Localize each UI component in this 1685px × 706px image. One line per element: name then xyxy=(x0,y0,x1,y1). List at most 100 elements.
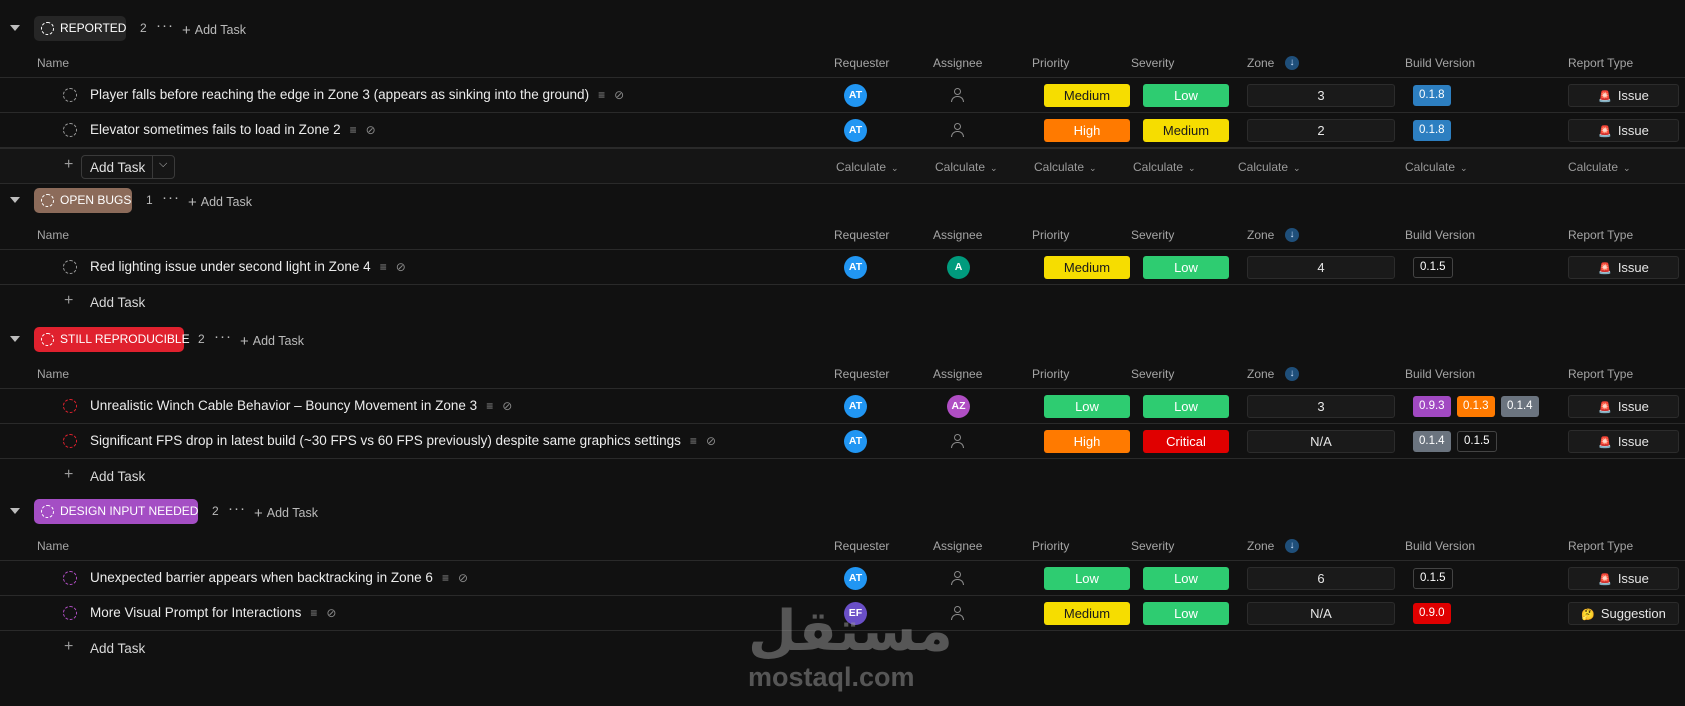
column-requester[interactable]: Requester xyxy=(834,228,889,242)
group-add-task-button[interactable]: + Add Task xyxy=(254,504,318,522)
calculate-dropdown[interactable]: Calculate ⌄ xyxy=(1034,160,1097,174)
collapse-caret-icon[interactable] xyxy=(10,25,20,31)
requester-avatar[interactable]: AT xyxy=(844,567,867,590)
task-name[interactable]: Elevator sometimes fails to load in Zone… xyxy=(90,122,376,137)
add-task-label[interactable]: Add Task xyxy=(90,295,145,310)
task-name-text[interactable]: Significant FPS drop in latest build (~3… xyxy=(90,433,681,448)
column-severity[interactable]: Severity xyxy=(1131,228,1174,242)
zone-field[interactable]: N/A xyxy=(1247,430,1395,453)
requester-avatar[interactable]: AT xyxy=(844,430,867,453)
status-circle-icon[interactable] xyxy=(63,606,77,620)
sort-arrow-icon[interactable]: ↓ xyxy=(1285,539,1299,553)
group-add-task-button[interactable]: + Add Task xyxy=(188,193,252,211)
column-zone[interactable]: Zone xyxy=(1247,539,1274,553)
column-name[interactable]: Name xyxy=(37,539,69,553)
column-build-version[interactable]: Build Version xyxy=(1405,539,1475,553)
status-circle-icon[interactable] xyxy=(63,123,77,137)
severity-chip[interactable]: Low xyxy=(1143,256,1229,279)
calculate-dropdown[interactable]: Calculate ⌄ xyxy=(1133,160,1196,174)
group-status-pill[interactable]: DESIGN INPUT NEEDED xyxy=(34,499,198,524)
build-version-tag[interactable]: 0.1.8 xyxy=(1413,85,1451,106)
column-report-type[interactable]: Report Type xyxy=(1568,367,1633,381)
task-row[interactable]: Player falls before reaching the edge in… xyxy=(0,78,1685,113)
group-add-task-button[interactable]: + Add Task xyxy=(182,21,246,39)
report-type-field[interactable]: 🚨 Issue xyxy=(1568,119,1679,142)
task-name-text[interactable]: Player falls before reaching the edge in… xyxy=(90,87,589,102)
report-type-field[interactable]: 🚨 Issue xyxy=(1568,84,1679,107)
requester-avatar[interactable]: AT xyxy=(844,119,867,142)
zone-field[interactable]: 4 xyxy=(1247,256,1395,279)
group-add-task-button[interactable]: + Add Task xyxy=(240,332,304,350)
severity-chip[interactable]: Low xyxy=(1143,84,1229,107)
report-type-field[interactable]: 🚨 Issue xyxy=(1568,567,1679,590)
task-name[interactable]: Unexpected barrier appears when backtrac… xyxy=(90,570,468,585)
add-assignee-icon[interactable] xyxy=(950,570,966,586)
requester-avatar[interactable]: AT xyxy=(844,84,867,107)
requester-avatar[interactable]: AT xyxy=(844,395,867,418)
report-type-field[interactable]: 🚨 Issue xyxy=(1568,430,1679,453)
column-requester[interactable]: Requester xyxy=(834,56,889,70)
build-version-tag[interactable]: 0.1.5 xyxy=(1413,257,1453,278)
assignee-avatar[interactable]: A xyxy=(947,256,970,279)
column-requester[interactable]: Requester xyxy=(834,367,889,381)
priority-chip[interactable]: Medium xyxy=(1044,84,1130,107)
column-severity[interactable]: Severity xyxy=(1131,56,1174,70)
priority-chip[interactable]: High xyxy=(1044,430,1130,453)
severity-chip[interactable]: Low xyxy=(1143,602,1229,625)
calculate-dropdown[interactable]: Calculate ⌄ xyxy=(1238,160,1301,174)
build-version-tag[interactable]: 0.1.4 xyxy=(1501,396,1539,417)
more-options-icon[interactable]: ··· xyxy=(156,17,174,34)
priority-chip[interactable]: Low xyxy=(1044,567,1130,590)
build-version-tag[interactable]: 0.9.0 xyxy=(1413,603,1451,624)
column-zone[interactable]: Zone xyxy=(1247,56,1274,70)
requester-avatar[interactable]: AT xyxy=(844,256,867,279)
task-name-text[interactable]: Elevator sometimes fails to load in Zone… xyxy=(90,122,341,137)
collapse-caret-icon[interactable] xyxy=(10,336,20,342)
zone-field[interactable]: 3 xyxy=(1247,84,1395,107)
priority-chip[interactable]: Low xyxy=(1044,395,1130,418)
attachment-icon[interactable]: ⊘ xyxy=(614,88,624,102)
column-priority[interactable]: Priority xyxy=(1032,539,1069,553)
column-name[interactable]: Name xyxy=(37,228,69,242)
assignee-avatar[interactable]: AZ xyxy=(947,395,970,418)
add-task-row[interactable]: + Add Task xyxy=(0,459,1685,495)
task-row[interactable]: Red lighting issue under second light in… xyxy=(0,250,1685,285)
column-report-type[interactable]: Report Type xyxy=(1568,539,1633,553)
task-name-text[interactable]: Unexpected barrier appears when backtrac… xyxy=(90,570,433,585)
task-name[interactable]: Unrealistic Winch Cable Behavior – Bounc… xyxy=(90,398,512,413)
report-type-field[interactable]: 🚨 Issue xyxy=(1568,395,1679,418)
column-build-version[interactable]: Build Version xyxy=(1405,56,1475,70)
group-status-pill[interactable]: STILL REPRODUCIBLE xyxy=(34,327,190,352)
task-row[interactable]: Significant FPS drop in latest build (~3… xyxy=(0,424,1685,459)
zone-field[interactable]: 3 xyxy=(1247,395,1395,418)
severity-chip[interactable]: Medium xyxy=(1143,119,1229,142)
task-name[interactable]: Significant FPS drop in latest build (~3… xyxy=(90,433,716,448)
severity-chip[interactable]: Critical xyxy=(1143,430,1229,453)
task-row[interactable]: Elevator sometimes fails to load in Zone… xyxy=(0,113,1685,148)
collapse-caret-icon[interactable] xyxy=(10,197,20,203)
column-zone[interactable]: Zone xyxy=(1247,367,1274,381)
task-name[interactable]: Player falls before reaching the edge in… xyxy=(90,87,624,102)
attachment-icon[interactable]: ⊘ xyxy=(366,123,376,137)
build-version-tag[interactable]: 0.9.3 xyxy=(1413,396,1451,417)
column-priority[interactable]: Priority xyxy=(1032,228,1069,242)
add-assignee-icon[interactable] xyxy=(950,433,966,449)
status-circle-icon[interactable] xyxy=(63,88,77,102)
build-version-tag[interactable]: 0.1.5 xyxy=(1457,431,1497,452)
column-severity[interactable]: Severity xyxy=(1131,367,1174,381)
column-assignee[interactable]: Assignee xyxy=(933,228,982,242)
calculate-dropdown[interactable]: Calculate ⌄ xyxy=(836,160,899,174)
column-assignee[interactable]: Assignee xyxy=(933,367,982,381)
column-build-version[interactable]: Build Version xyxy=(1405,367,1475,381)
group-status-pill[interactable]: OPEN BUGS xyxy=(34,188,132,213)
column-name[interactable]: Name xyxy=(37,367,69,381)
add-assignee-icon[interactable] xyxy=(950,122,966,138)
add-task-label[interactable]: Add Task xyxy=(90,641,145,656)
zone-field[interactable]: 6 xyxy=(1247,567,1395,590)
column-zone[interactable]: Zone xyxy=(1247,228,1274,242)
report-type-field[interactable]: 🤔 Suggestion xyxy=(1568,602,1679,625)
column-name[interactable]: Name xyxy=(37,56,69,70)
priority-chip[interactable]: Medium xyxy=(1044,602,1130,625)
task-name-text[interactable]: More Visual Prompt for Interactions xyxy=(90,605,301,620)
task-name-text[interactable]: Red lighting issue under second light in… xyxy=(90,259,371,274)
